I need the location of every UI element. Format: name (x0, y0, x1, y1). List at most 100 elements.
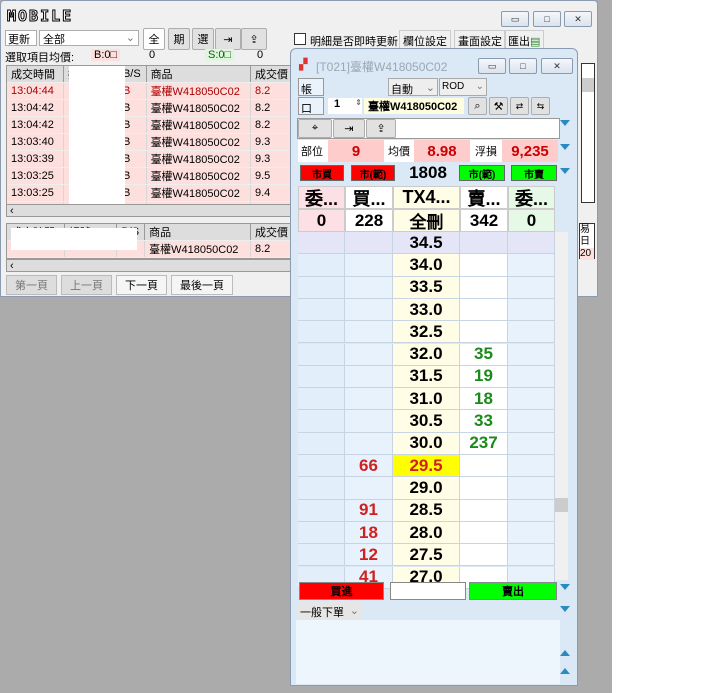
right-order-cell[interactable] (508, 298, 555, 321)
horizontal-scrollbar[interactable]: ‹ (6, 259, 294, 272)
period-button[interactable]: 期 (168, 28, 190, 50)
price-cell[interactable]: 27.5 (393, 544, 460, 566)
bid-qty-cell[interactable] (345, 232, 393, 254)
bid-qty-cell[interactable]: 66 (345, 455, 393, 477)
table-row[interactable]: 13:04:44 B 臺權W418050C02 8.2 (7, 82, 293, 100)
close-button[interactable]: ✕ (541, 58, 573, 74)
table-row[interactable]: 13:03:39 B 臺權W418050C02 9.3 (7, 150, 293, 168)
bid-qty-cell[interactable] (345, 254, 393, 276)
table-row[interactable]: 13:03:25 B 臺權W418050C02 9.5 (7, 167, 293, 185)
left-order-cell[interactable] (298, 544, 345, 566)
column-header[interactable]: 商品 (146, 66, 251, 83)
search-icon[interactable]: ⌕ (468, 97, 487, 115)
tools-icon[interactable]: ⚒ (489, 97, 508, 115)
product-field[interactable]: 臺權W418050C02 (364, 98, 464, 114)
cancel-all-button[interactable]: 全刪 (393, 209, 460, 232)
table-row[interactable]: 13:04:42 B 臺權W418050C02 8.2 (7, 116, 293, 134)
right-order-cell[interactable] (508, 232, 555, 254)
maximize-button[interactable]: □ (533, 11, 561, 27)
table-row[interactable]: 13:04:42 B 臺權W418050C02 8.2 (7, 99, 293, 117)
refresh-button[interactable]: 更新 (5, 30, 37, 46)
column-header[interactable]: 委... (508, 186, 555, 209)
column-header[interactable]: 商品 (144, 224, 251, 241)
table-row[interactable]: 13:03:25 B 臺權W418050C02 9.4 (7, 184, 293, 202)
price-cell[interactable]: 31.5 (393, 365, 460, 388)
bid-qty-cell[interactable] (345, 365, 393, 388)
left-order-cell[interactable] (298, 321, 345, 343)
bid-qty-cell[interactable] (345, 276, 393, 298)
price-cell[interactable]: 34.0 (393, 254, 460, 276)
ask-qty-cell[interactable]: 237 (460, 432, 508, 454)
horizontal-scrollbar[interactable]: ‹ (6, 204, 294, 217)
price-cell[interactable]: 32.5 (393, 321, 460, 343)
right-order-cell[interactable] (508, 276, 555, 298)
minimize-button[interactable]: ▭ (501, 11, 529, 27)
left-order-cell[interactable] (298, 410, 345, 432)
ask-qty-cell[interactable]: 18 (460, 388, 508, 410)
price-cell[interactable]: 33.0 (393, 298, 460, 321)
close-button[interactable]: ✕ (564, 11, 592, 27)
column-header[interactable]: 買... (345, 186, 393, 209)
logout-icon[interactable]: ⇥ (333, 119, 365, 138)
bid-qty-cell[interactable]: 91 (345, 499, 393, 521)
vertical-scrollbar[interactable] (581, 63, 595, 203)
market-sell-range-button[interactable]: 市(範) (459, 165, 505, 181)
ask-qty-cell[interactable] (460, 254, 508, 276)
right-order-cell[interactable] (508, 365, 555, 388)
ask-qty-cell[interactable] (460, 499, 508, 521)
price-cell[interactable]: 32.0 (393, 343, 460, 365)
bid-qty-cell[interactable] (345, 343, 393, 365)
bid-qty-cell[interactable] (345, 410, 393, 432)
bid-qty-cell[interactable] (345, 321, 393, 343)
bid-qty-cell[interactable]: 18 (345, 521, 393, 544)
realtime-checkbox[interactable] (294, 33, 306, 45)
account-button[interactable]: 帳號 (298, 78, 324, 112)
buy-button[interactable]: 買進 (299, 582, 384, 600)
left-order-cell[interactable] (298, 298, 345, 321)
market-buy-button[interactable]: 市買 (300, 165, 344, 181)
right-order-cell[interactable] (508, 388, 555, 410)
order-type-select[interactable]: ROD ⌄ (439, 78, 487, 96)
price-cell[interactable]: 31.0 (393, 388, 460, 410)
maximize-button[interactable]: □ (509, 58, 537, 74)
ask-qty-cell[interactable]: 35 (460, 343, 508, 365)
pager-button[interactable]: 下一頁 (116, 275, 167, 295)
price-cell[interactable]: 34.5 (393, 232, 460, 254)
market-buy-range-button[interactable]: 市(範) (351, 165, 395, 181)
right-order-cell[interactable] (508, 321, 555, 343)
right-order-cell[interactable] (508, 499, 555, 521)
pager-button[interactable]: 最後一頁 (171, 275, 233, 295)
ask-qty-cell[interactable]: 33 (460, 410, 508, 432)
ladder-scrollbar[interactable] (555, 232, 568, 580)
ask-qty-cell[interactable] (460, 544, 508, 566)
right-order-cell[interactable] (508, 521, 555, 544)
left-order-cell[interactable] (298, 455, 345, 477)
price-cell[interactable]: 30.0 (393, 432, 460, 454)
market-sell-button[interactable]: 市賣 (511, 165, 557, 181)
bid-qty-cell[interactable] (345, 432, 393, 454)
logout-icon[interactable]: ⇥ (215, 28, 241, 50)
pager-button[interactable]: 第一頁 (6, 275, 57, 295)
ask-qty-cell[interactable] (460, 232, 508, 254)
bid-qty-cell[interactable] (345, 477, 393, 499)
right-order-cell[interactable] (508, 410, 555, 432)
minimize-button[interactable]: ▭ (478, 58, 506, 74)
bid-qty-cell[interactable]: 12 (345, 544, 393, 566)
collapse-icon[interactable] (560, 584, 570, 590)
right-order-cell[interactable] (508, 477, 555, 499)
left-order-cell[interactable] (298, 254, 345, 276)
expand-icon[interactable] (560, 668, 570, 674)
right-order-cell[interactable] (508, 455, 555, 477)
left-order-cell[interactable] (298, 477, 345, 499)
left-order-cell[interactable] (298, 388, 345, 410)
left-order-cell[interactable] (298, 521, 345, 544)
sell-button[interactable]: 賣出 (469, 582, 557, 600)
left-order-cell[interactable] (298, 365, 345, 388)
left-order-cell[interactable] (298, 432, 345, 454)
right-order-cell[interactable] (508, 544, 555, 566)
column-header[interactable]: 賣... (460, 186, 508, 209)
left-order-cell[interactable] (298, 232, 345, 254)
collapse-icon[interactable] (560, 120, 570, 126)
price-cell[interactable]: 33.5 (393, 276, 460, 298)
mode-select[interactable]: 自動 ⌄ (388, 78, 438, 96)
